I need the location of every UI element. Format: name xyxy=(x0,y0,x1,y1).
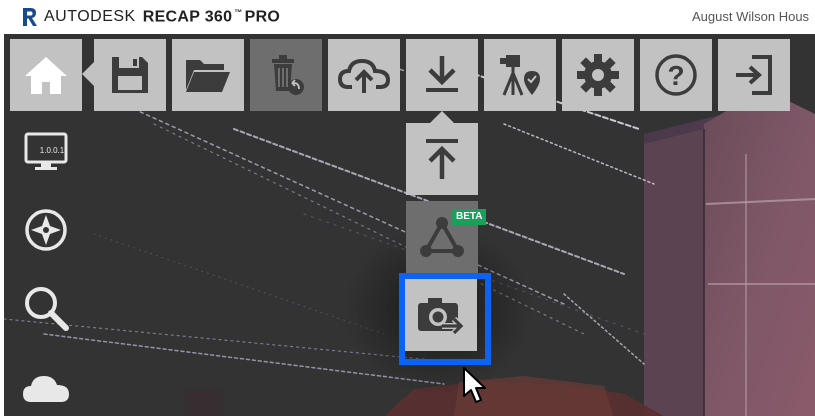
recap-app-window: AUTODESK RECAP 360 ™ PRO August Wilson Hou… xyxy=(0,0,815,416)
save-button[interactable] xyxy=(94,39,166,111)
brand-name: AUTODESK xyxy=(44,8,136,25)
magnifier-icon xyxy=(25,287,69,331)
display-settings-button[interactable]: 1.0.0.1 xyxy=(20,126,72,178)
active-home-pointer xyxy=(82,62,94,86)
brand: AUTODESK RECAP 360 ™ PRO xyxy=(22,7,280,27)
help-icon: ? xyxy=(655,54,697,96)
exit-icon xyxy=(736,55,772,95)
scan-location-button[interactable] xyxy=(484,39,556,111)
export-pointcloud-button[interactable] xyxy=(406,123,478,195)
compass-icon xyxy=(25,209,67,251)
navigation-button[interactable] xyxy=(20,204,72,256)
product-edition: PRO xyxy=(244,8,281,26)
display-version-label: 1.0.0.1 xyxy=(40,146,65,155)
product-title: RECAP 360 xyxy=(142,8,233,26)
trash-restore-icon xyxy=(272,55,304,95)
exit-button[interactable] xyxy=(718,39,790,111)
export-menu-pointer xyxy=(430,111,454,123)
search-button[interactable] xyxy=(20,282,72,334)
floppy-disk-icon xyxy=(112,57,148,93)
home-button[interactable] xyxy=(10,39,82,111)
gear-icon xyxy=(577,54,619,96)
recycle-bin-button[interactable] xyxy=(250,39,322,111)
pointcloud-viewport[interactable]: ? BETA 1.0.0.1 xyxy=(4,34,815,416)
product-name: RECAP 360 ™ PRO xyxy=(143,8,280,26)
upload-arrow-icon xyxy=(426,139,458,179)
export-button[interactable] xyxy=(406,39,478,111)
mouse-cursor-icon xyxy=(463,367,486,403)
monitor-icon: 1.0.0.1 xyxy=(24,132,68,170)
help-question-mark: ? xyxy=(667,60,684,91)
export-snapshot-highlight xyxy=(399,273,491,365)
export-mesh-button[interactable]: BETA xyxy=(406,201,487,273)
cloud-upload-icon xyxy=(338,58,390,93)
download-icon xyxy=(426,56,458,92)
home-icon xyxy=(25,57,67,94)
beta-badge: BETA xyxy=(452,209,487,225)
upload-button[interactable] xyxy=(328,39,400,111)
open-button[interactable] xyxy=(172,39,244,111)
title-bar: AUTODESK RECAP 360 ™ PRO August Wilson Hou… xyxy=(0,0,815,34)
project-title[interactable]: August Wilson Hous xyxy=(692,9,809,24)
cloud-button[interactable] xyxy=(20,360,72,412)
folder-open-icon xyxy=(186,60,230,92)
autodesk-logo-icon xyxy=(23,8,37,26)
trademark-mark: ™ xyxy=(234,7,243,17)
help-button[interactable]: ? xyxy=(640,39,712,111)
scanner-location-icon xyxy=(500,55,540,96)
cloud-icon xyxy=(23,376,69,402)
settings-button[interactable] xyxy=(562,39,634,111)
